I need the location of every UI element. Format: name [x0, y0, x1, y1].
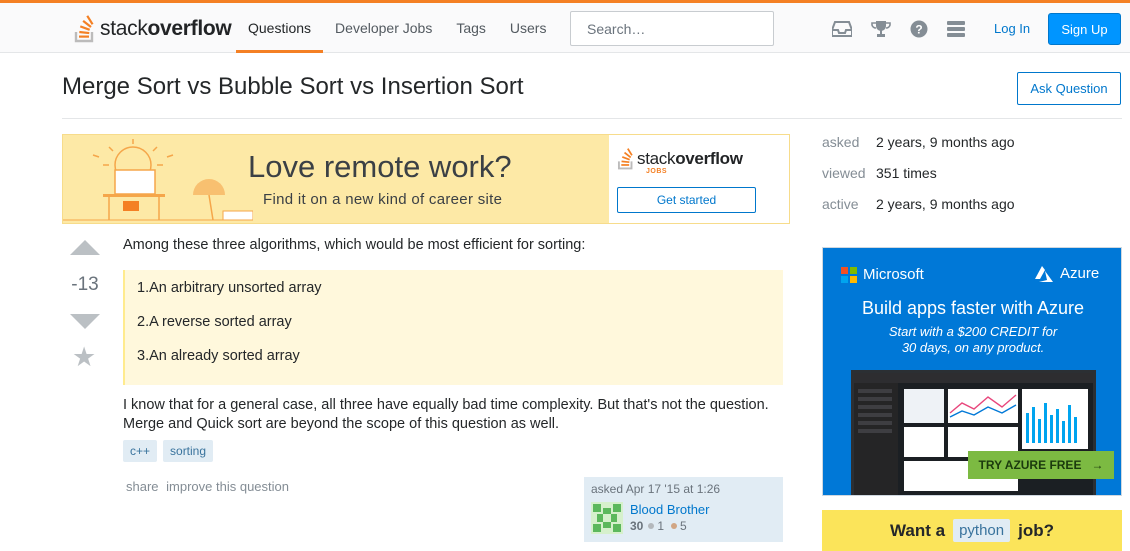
share-link[interactable]: share	[126, 479, 159, 494]
arrow-right-icon: →	[1091, 458, 1104, 472]
quote-item: 1.An arbitrary unsorted array	[137, 280, 322, 296]
stack-logo-icon	[617, 148, 633, 170]
get-started-button[interactable]: Get started	[617, 187, 756, 213]
login-link[interactable]: Log In	[982, 17, 1042, 40]
jobs-ad-banner[interactable]: Love remote work? Find it on a new kind …	[62, 134, 790, 224]
stat-active: active 2 years, 9 months ago	[822, 196, 1015, 227]
stat-viewed: viewed 351 times	[822, 165, 1015, 196]
bronze-badge-count: 5	[680, 519, 687, 533]
vote-count: -13	[71, 274, 99, 295]
azure-brand-text: Azure	[1060, 265, 1100, 282]
question-paragraph: I know that for a general case, all thre…	[123, 397, 769, 432]
post-menu: share improve this question	[126, 479, 293, 494]
help-icon[interactable]: ?	[909, 20, 929, 38]
owner-name-link[interactable]: Blood Brother	[630, 502, 710, 517]
microsoft-logo-icon	[841, 266, 857, 283]
quote-item: 3.An already sorted array	[137, 348, 300, 364]
jobs-ad-logo-bold: overflow	[675, 149, 743, 168]
try-azure-label: TRY AZURE FREE	[978, 458, 1082, 472]
silver-badge-icon	[648, 523, 655, 529]
azure-ad[interactable]: Microsoft Azure Build apps faster with A…	[822, 247, 1122, 496]
achievements-icon[interactable]	[871, 20, 891, 38]
azure-ad-sub-line: 30 days, on any product.	[901, 340, 1045, 355]
jobs-ad-logo: stackoverflow	[617, 148, 743, 170]
python-jobs-ad[interactable]: Want a python job?	[822, 510, 1122, 551]
microsoft-brand-text: Microsoft	[863, 266, 924, 283]
jobs-ad-headline: Love remote work?	[248, 149, 512, 184]
question-stats: asked 2 years, 9 months ago viewed 351 t…	[822, 134, 1015, 227]
question-intro: Among these three algorithms, which woul…	[123, 237, 586, 253]
downvote-arrow-icon[interactable]	[70, 314, 100, 329]
logo-text-light: stack	[100, 17, 148, 40]
microsoft-brand: Microsoft	[841, 266, 924, 283]
logo-text: stackoverflow	[100, 17, 232, 41]
avatar[interactable]	[591, 502, 623, 534]
stat-label: viewed	[822, 165, 866, 181]
owner-signature: asked Apr 17 '15 at 1:26 Blood Brother 3…	[584, 477, 783, 542]
azure-brand: Azure	[1033, 265, 1099, 282]
site-logo[interactable]: stackoverflow	[74, 13, 232, 45]
azure-ad-headline: Build apps faster with Azure	[861, 298, 1085, 318]
signup-button[interactable]: Sign Up	[1048, 13, 1121, 45]
remote-work-illustration	[63, 139, 253, 221]
upvote-arrow-icon[interactable]	[70, 240, 100, 255]
main-nav: Questions Developer Jobs Tags Users	[236, 3, 558, 53]
azure-ad-sub: Start with a $200 CREDIT for 30 days, on…	[823, 324, 1121, 356]
python-ad-prefix: Want a	[889, 520, 946, 540]
stat-value[interactable]: 2 years, 9 months ago	[876, 196, 1015, 227]
nav-users[interactable]: Users	[498, 3, 559, 53]
azure-ad-sub-line: Start with a $200 CREDIT for	[888, 324, 1058, 339]
nav-tags[interactable]: Tags	[444, 3, 498, 53]
stat-value: 2 years, 9 months ago	[876, 134, 1015, 150]
improve-question-link[interactable]: improve this question	[166, 479, 289, 494]
stack-logo-icon	[74, 15, 94, 43]
bronze-badge-icon	[671, 523, 678, 529]
tag-sorting[interactable]: sorting	[163, 440, 214, 462]
logo-text-bold: overflow	[147, 17, 232, 40]
owner-stats: 30 1 5	[630, 519, 687, 533]
nav-developer-jobs[interactable]: Developer Jobs	[323, 3, 444, 53]
stat-label: asked	[822, 134, 860, 150]
jobs-tag: JOBS	[646, 168, 668, 175]
python-ad-suffix: job?	[1018, 520, 1055, 540]
jobs-ad-subheadline: Find it on a new kind of career site	[263, 191, 503, 208]
blockquote: 1.An arbitrary unsorted array 2.A revers…	[123, 270, 783, 385]
inbox-icon[interactable]	[832, 20, 852, 38]
stat-value: 351 times	[876, 165, 937, 181]
tag-cpp[interactable]: c++	[123, 440, 158, 462]
site-switcher-icon[interactable]	[946, 20, 966, 38]
title-divider	[62, 118, 1122, 119]
reputation-score: 30	[630, 519, 644, 533]
nav-questions[interactable]: Questions	[236, 3, 324, 53]
stat-label: active	[822, 196, 859, 212]
question-title[interactable]: Merge Sort vs Bubble Sort vs Insertion S…	[62, 73, 524, 101]
svg-text:?: ?	[915, 23, 922, 37]
tag-list: c++ sorting	[123, 440, 214, 462]
azure-logo-icon	[1035, 265, 1053, 282]
python-tag[interactable]: python	[953, 519, 1011, 542]
top-bar: stackoverflow Questions Developer Jobs T…	[0, 3, 1130, 53]
silver-badge-count: 1	[657, 519, 665, 533]
try-azure-button[interactable]: TRY AZURE FREE →	[968, 451, 1114, 479]
quote-item: 2.A reverse sorted array	[137, 314, 292, 330]
favorite-star-icon[interactable]: ★	[72, 344, 96, 371]
question-body: Among these three algorithms, which woul…	[123, 236, 783, 434]
jobs-ad-logo-light: stack	[637, 149, 676, 168]
search-input[interactable]: Search…	[570, 11, 774, 46]
asked-timestamp: asked Apr 17 '15 at 1:26	[591, 482, 721, 496]
ask-question-button[interactable]: Ask Question	[1017, 72, 1121, 105]
stat-asked: asked 2 years, 9 months ago	[822, 134, 1015, 165]
